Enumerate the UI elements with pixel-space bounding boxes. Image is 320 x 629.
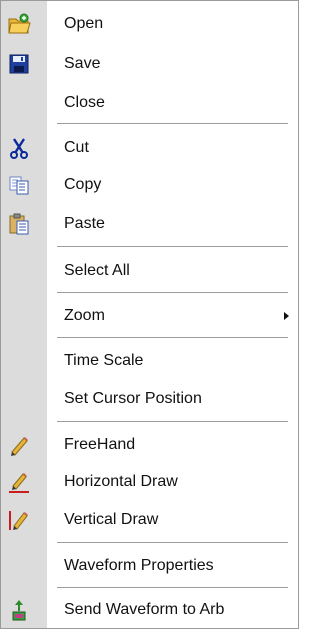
menu-item-copy[interactable]: Copy bbox=[1, 167, 298, 203]
menu-item-open[interactable]: Open bbox=[1, 6, 298, 42]
menu-item-label: FreeHand bbox=[64, 436, 136, 453]
menu-item-label: Waveform Properties bbox=[64, 557, 214, 574]
menu-separator bbox=[57, 587, 288, 588]
menu-item-label: Open bbox=[64, 15, 104, 32]
send-to-device-icon bbox=[7, 598, 31, 622]
menu-item-time-scale[interactable]: Time Scale bbox=[1, 343, 298, 379]
menu-item-close[interactable]: Close bbox=[1, 85, 298, 121]
menu-separator bbox=[57, 246, 288, 247]
menu-item-send-waveform-to-arb[interactable]: Send Waveform to Arb bbox=[1, 592, 298, 628]
pencil-icon bbox=[7, 433, 31, 457]
submenu-arrow-icon bbox=[284, 312, 289, 320]
menu-item-label: Cut bbox=[64, 139, 89, 156]
menu-item-zoom[interactable]: Zoom bbox=[1, 298, 298, 334]
floppy-disk-icon bbox=[7, 52, 31, 76]
menu-item-set-cursor-position[interactable]: Set Cursor Position bbox=[1, 381, 298, 417]
scissors-icon bbox=[7, 136, 31, 160]
menu-separator bbox=[57, 337, 288, 338]
menu-item-save[interactable]: Save bbox=[1, 46, 298, 82]
menu-item-label: Save bbox=[64, 55, 101, 72]
menu-item-label: Zoom bbox=[64, 307, 105, 324]
menu-item-label: Set Cursor Position bbox=[64, 390, 202, 407]
menu-item-cut[interactable]: Cut bbox=[1, 130, 298, 166]
menu-item-label: Select All bbox=[64, 262, 130, 279]
menu-item-vertical-draw[interactable]: Vertical Draw bbox=[1, 502, 298, 538]
vertical-pencil-icon bbox=[7, 508, 31, 532]
horizontal-pencil-icon bbox=[7, 470, 31, 494]
menu-item-label: Send Waveform to Arb bbox=[64, 601, 225, 618]
clipboard-icon bbox=[7, 212, 31, 236]
menu-item-select-all[interactable]: Select All bbox=[1, 253, 298, 289]
menu-separator bbox=[57, 542, 288, 543]
menu-item-waveform-properties[interactable]: Waveform Properties bbox=[1, 548, 298, 584]
menu-separator bbox=[57, 292, 288, 293]
menu-item-freehand[interactable]: FreeHand bbox=[1, 427, 298, 463]
context-menu: Open Save Close Cut Copy Paste Select Al… bbox=[0, 0, 299, 629]
menu-item-label: Vertical Draw bbox=[64, 511, 159, 528]
menu-item-paste[interactable]: Paste bbox=[1, 206, 298, 242]
menu-item-label: Copy bbox=[64, 176, 102, 193]
copy-icon bbox=[7, 173, 31, 197]
menu-item-label: Close bbox=[64, 94, 105, 111]
open-folder-icon bbox=[7, 12, 31, 36]
menu-item-label: Paste bbox=[64, 215, 105, 232]
menu-separator bbox=[57, 421, 288, 422]
menu-separator bbox=[57, 123, 288, 124]
menu-item-horizontal-draw[interactable]: Horizontal Draw bbox=[1, 464, 298, 500]
menu-item-label: Time Scale bbox=[64, 352, 144, 369]
menu-item-label: Horizontal Draw bbox=[64, 473, 178, 490]
